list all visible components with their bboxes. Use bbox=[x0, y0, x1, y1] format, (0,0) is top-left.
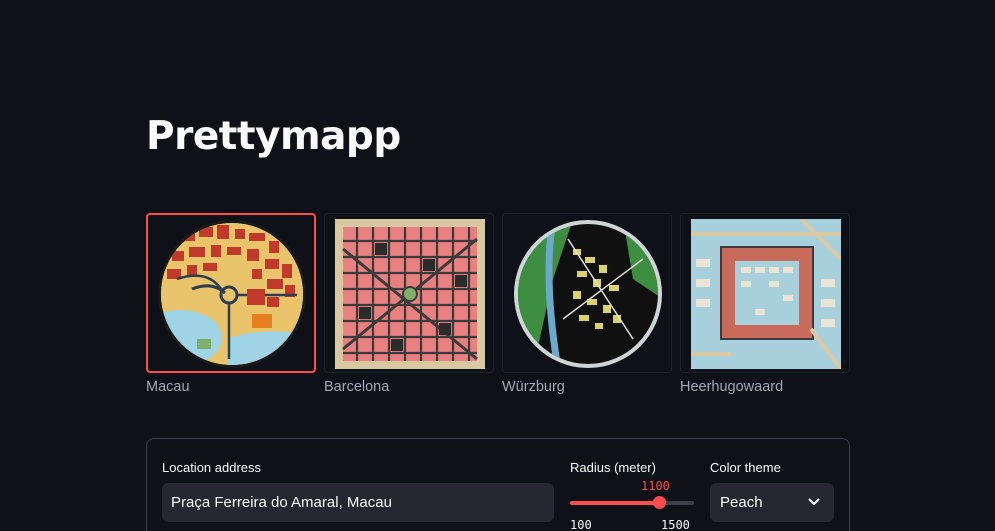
radius-max: 1500 bbox=[661, 518, 690, 531]
address-label: Location address bbox=[162, 460, 262, 475]
gallery-item-barcelona[interactable] bbox=[324, 213, 494, 373]
settings-form: Location address Radius (meter) 1100 100… bbox=[146, 438, 850, 531]
chevron-down-icon bbox=[808, 498, 820, 505]
radius-slider-thumb[interactable] bbox=[652, 496, 666, 509]
theme-select[interactable]: Peach bbox=[710, 483, 834, 522]
theme-label: Color theme bbox=[710, 460, 781, 475]
page: Prettymapp Macau Barcelona Würzburg Heer… bbox=[0, 0, 995, 531]
gallery-caption-wurzburg: Würzburg bbox=[502, 379, 565, 395]
radius-slider-fill bbox=[570, 501, 659, 505]
map-thumbnail-barcelona bbox=[335, 219, 485, 369]
radius-min: 100 bbox=[570, 518, 592, 531]
radius-value: 1100 bbox=[641, 479, 670, 493]
map-thumbnail-wurzburg bbox=[514, 220, 662, 368]
page-title: Prettymapp bbox=[146, 114, 401, 159]
example-gallery: Macau Barcelona Würzburg Heerhugowaard bbox=[146, 213, 852, 395]
gallery-item-heerhugowaard[interactable] bbox=[680, 213, 850, 373]
gallery-caption-heerhugowaard: Heerhugowaard bbox=[680, 379, 784, 395]
gallery-item-wurzburg[interactable] bbox=[502, 213, 672, 373]
map-thumbnail-macau bbox=[158, 220, 306, 368]
radius-label: Radius (meter) bbox=[570, 460, 656, 475]
theme-select-value: Peach bbox=[720, 494, 763, 511]
map-thumbnail-heerhugowaard bbox=[691, 219, 841, 369]
gallery-caption-barcelona: Barcelona bbox=[324, 379, 390, 395]
radius-slider[interactable] bbox=[570, 496, 694, 509]
gallery-item-macau[interactable] bbox=[146, 213, 316, 373]
address-input[interactable] bbox=[162, 483, 554, 522]
gallery-caption-macau: Macau bbox=[146, 379, 190, 395]
